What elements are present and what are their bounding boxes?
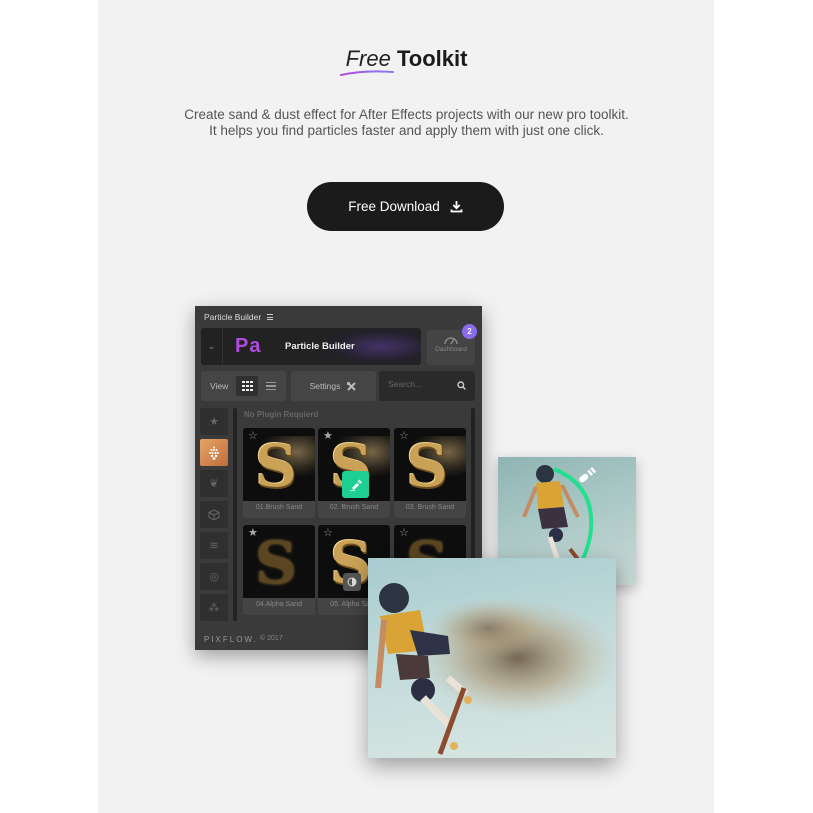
view-toggle-group: View [201,371,286,401]
star-icon: ★ [209,416,219,428]
sidebar-scrollbar[interactable] [233,408,237,621]
panel-title-bar: Particle Builder [204,312,274,322]
particles-icon [209,446,219,460]
alpha-tag [343,573,361,591]
category-wings[interactable]: ≋ [200,532,228,559]
magic-wand-icon: ⁂ [208,602,220,614]
favorite-star-icon[interactable]: ☆ [399,528,409,539]
grid-icon [242,380,253,392]
section-subtitle: Create sand & dust effect for After Effe… [0,107,813,139]
brush-icon [349,478,362,491]
search-icon[interactable] [457,381,466,390]
laurel-icon: ❦ [209,478,219,490]
settings-label: Settings [309,381,341,391]
alpha-icon [347,577,357,587]
preset-name: 01.Brush Sand [255,504,303,511]
search-input[interactable] [388,379,448,389]
hamburger-icon[interactable] [267,314,274,320]
free-download-button[interactable]: Free Download [307,182,504,231]
cube-icon [208,508,220,521]
favorite-star-icon[interactable]: ☆ [248,431,258,442]
panel-title: Particle Builder [204,312,262,322]
spiral-icon: ◎ [209,571,219,583]
heading-toolkit: Toolkit [396,46,468,71]
brand-name: Particle Builder [285,341,355,352]
gauge-icon [444,337,458,345]
favorite-star-icon[interactable]: ☆ [399,431,409,442]
settings-button[interactable]: Settings [291,371,376,401]
preset-card[interactable]: S ☆ 01.Brush Sand [243,428,315,518]
favorite-star-icon[interactable]: ★ [323,431,333,442]
particle-builder-logo: Pa [235,335,262,357]
view-label: View [210,381,229,391]
chevron-down-icon[interactable]: ⌄ [201,328,223,365]
brand-banner: ⌄ Pa Particle Builder [201,328,421,365]
dashboard-label: Dashboard [435,346,467,353]
preset-name: 02. Brush Sand [329,504,379,511]
pixflow-logo: PIXFLOW. [204,635,258,644]
category-sidebar: ★ ❦ ≋ ◎ ⁂ [200,408,229,625]
dispersion-illustration [375,583,616,755]
preset-name: 04.Alpha Sand [256,601,302,608]
download-icon [450,201,463,213]
category-particles[interactable] [200,439,228,466]
section-heading: Free Toolkit [0,46,813,76]
preset-card[interactable]: S ☆ 03. Brush Sand [394,428,466,518]
list-view-button[interactable] [266,381,277,391]
subtitle-line-1: Create sand & dust effect for After Effe… [184,107,629,122]
category-laurel[interactable]: ❦ [200,470,228,497]
preset-card[interactable]: S ★ 04.Alpha Sand [243,525,315,615]
section-label: No Plugin Requierd [244,410,319,419]
wings-icon: ≋ [209,540,219,552]
sand-effect-result-image [368,558,616,758]
brush-tag [342,471,369,498]
grid-view-button[interactable] [236,376,259,396]
heading-free: Free [339,46,394,76]
category-favorites[interactable]: ★ [200,408,228,435]
search-field[interactable] [379,371,475,401]
preset-card[interactable]: S ★ 02. Brush Sand [318,428,390,518]
favorite-star-icon[interactable]: ☆ [323,528,333,539]
preset-name: 03. Brush Sand [405,504,455,511]
heading-underline [339,70,394,76]
favorite-star-icon[interactable]: ★ [248,528,258,539]
notification-badge: 2 [462,324,477,339]
category-3d[interactable] [200,501,228,528]
subtitle-line-2: It helps you find particles faster and a… [209,123,604,138]
tools-icon [347,381,357,391]
category-magic[interactable]: ⁂ [200,594,228,621]
download-button-label: Free Download [348,199,440,214]
category-spiral[interactable]: ◎ [200,563,228,590]
copyright: © 2017 [260,635,283,642]
